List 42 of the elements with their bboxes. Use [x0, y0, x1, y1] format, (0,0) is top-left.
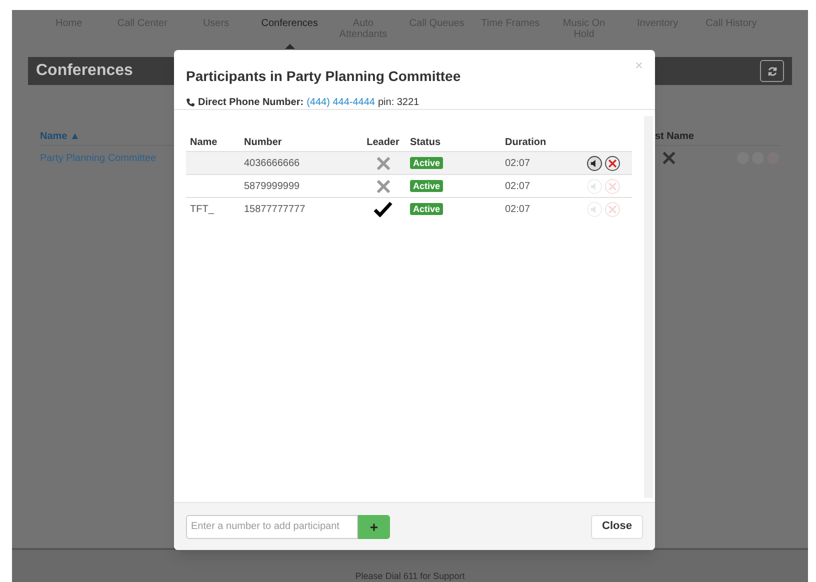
hangup-button[interactable] [605, 156, 620, 170]
close-button[interactable]: × [634, 58, 643, 72]
cross-icon [376, 178, 390, 194]
duration-text: 02:07 [505, 204, 530, 214]
cross-icon [376, 156, 390, 170]
participant-name: TFT_ [190, 204, 214, 214]
add-button[interactable]: + [358, 514, 390, 538]
column-header: Name [189, 136, 218, 150]
column-header: st Name [655, 130, 694, 144]
duration-text: 02:07 [505, 158, 530, 168]
refresh-button[interactable] [760, 60, 784, 82]
column-header: Duration [505, 136, 548, 150]
column-header[interactable]: Name ▲ [40, 129, 80, 144]
participant-number: 15877777777 [244, 204, 306, 214]
phone-label: Direct Phone Number: [198, 96, 304, 110]
mute-button[interactable] [587, 156, 602, 170]
pin-text: pin: 3221 [378, 96, 420, 110]
phone-icon [186, 98, 195, 107]
page-title: Conferences [36, 61, 133, 81]
phone-link[interactable]: (444) 444-4444 [306, 95, 375, 110]
support-text: Please Dial 611 for Support [355, 570, 465, 582]
column-header: Status [410, 136, 442, 150]
cross-icon [608, 204, 617, 214]
column-header: Number [244, 136, 283, 150]
close-dialog-button[interactable]: Close [591, 514, 643, 538]
column-header: Leader [366, 136, 400, 150]
participant-row[interactable]: 4036666666 Active 02:07 [186, 151, 632, 174]
nav-tab[interactable]: Conferences [260, 18, 320, 29]
status-badge: Active [410, 202, 444, 214]
status-badge: Active [410, 156, 444, 168]
conference-link[interactable]: Party Planning Committee [40, 151, 156, 166]
status-badge: Active [410, 180, 444, 192]
duration-text: 02:07 [505, 180, 530, 192]
participant-number: 4036666666 [244, 158, 300, 168]
dialog-title: Participants in Party Planning Committee [186, 67, 462, 86]
participant-number: 5879999999 [244, 180, 300, 192]
cross-icon [608, 158, 617, 168]
check-icon [373, 201, 393, 217]
add-number-field[interactable]: Enter a number to add participant [186, 514, 358, 538]
cross-icon [662, 151, 676, 165]
refresh-icon [766, 66, 778, 76]
cross-icon [608, 182, 617, 190]
